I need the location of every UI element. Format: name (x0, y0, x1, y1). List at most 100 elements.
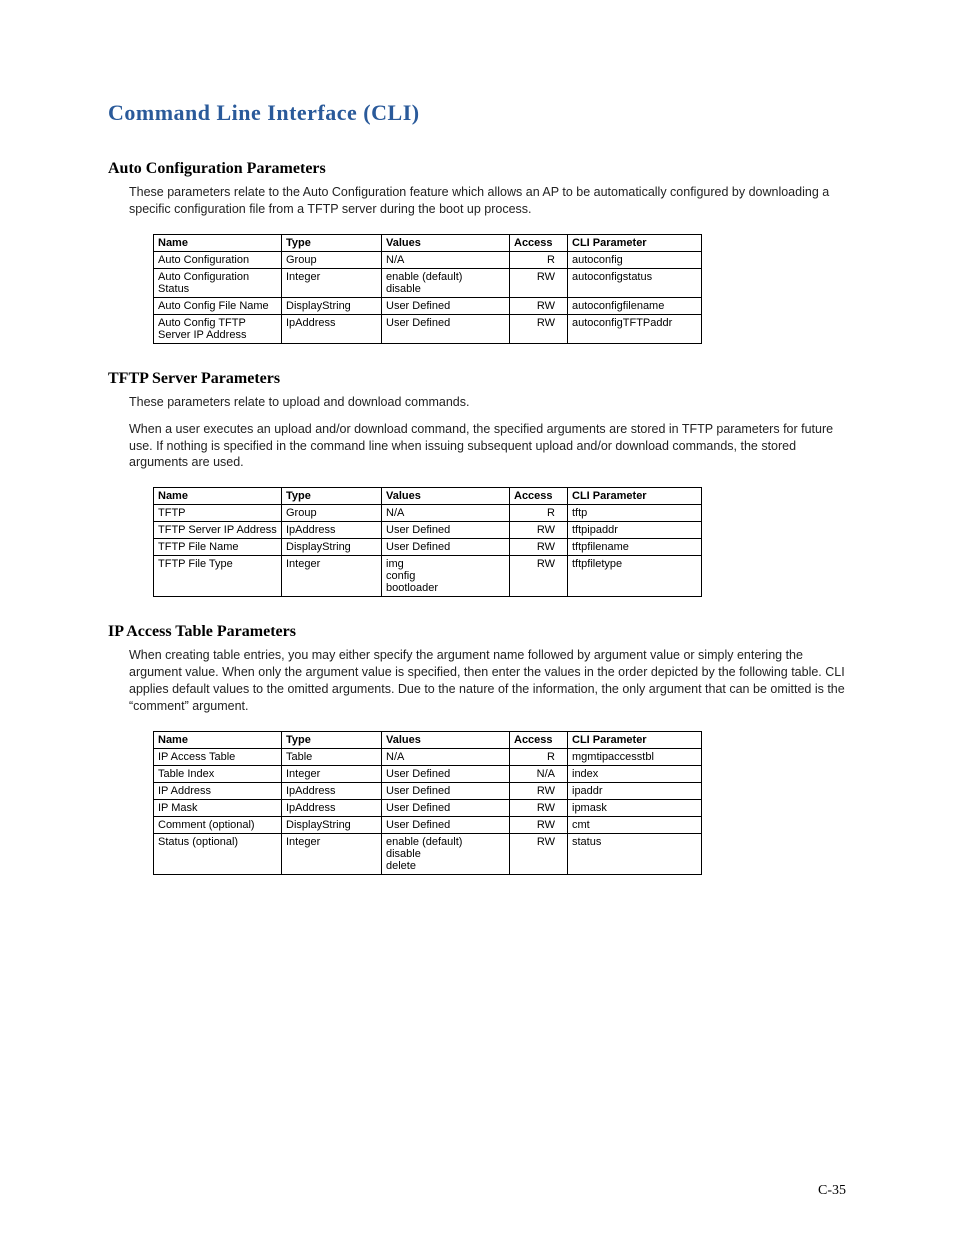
cell-values: User Defined (382, 314, 510, 343)
cell-type: DisplayString (282, 297, 382, 314)
paragraph: These parameters relate to the Auto Conf… (129, 184, 846, 218)
cell-cli: cmt (568, 816, 702, 833)
col-type: Type (282, 731, 382, 748)
page-title: Command Line Interface (CLI) (108, 100, 846, 126)
cell-values: enable (default) disable delete (382, 833, 510, 874)
cell-name: IP Address (154, 782, 282, 799)
col-values: Values (382, 731, 510, 748)
cell-name: IP Mask (154, 799, 282, 816)
col-cli: CLI Parameter (568, 234, 702, 251)
cell-type: Table (282, 748, 382, 765)
cell-values: User Defined (382, 765, 510, 782)
section-heading-tftp: TFTP Server Parameters (108, 370, 846, 388)
table-row: Comment (optional) DisplayString User De… (154, 816, 702, 833)
cell-access: N/A (510, 765, 568, 782)
cell-access: R (510, 251, 568, 268)
table-tftp: Name Type Values Access CLI Parameter TF… (153, 487, 702, 597)
cell-values: N/A (382, 748, 510, 765)
cell-access: R (510, 505, 568, 522)
cell-name: TFTP Server IP Address (154, 522, 282, 539)
cell-cli: status (568, 833, 702, 874)
section-heading-ipaccess: IP Access Table Parameters (108, 623, 846, 641)
cell-type: IpAddress (282, 314, 382, 343)
cell-values: User Defined (382, 782, 510, 799)
cell-cli: mgmtipaccesstbl (568, 748, 702, 765)
col-name: Name (154, 731, 282, 748)
cell-cli: tftp (568, 505, 702, 522)
cell-cli: tftpipaddr (568, 522, 702, 539)
cell-values: enable (default) disable (382, 268, 510, 297)
cell-access: RW (510, 314, 568, 343)
cell-name: Auto Config File Name (154, 297, 282, 314)
table-header-row: Name Type Values Access CLI Parameter (154, 488, 702, 505)
page-number: C-35 (818, 1183, 846, 1199)
table-header-row: Name Type Values Access CLI Parameter (154, 731, 702, 748)
col-type: Type (282, 488, 382, 505)
col-type: Type (282, 234, 382, 251)
col-name: Name (154, 488, 282, 505)
cell-name: TFTP File Name (154, 539, 282, 556)
cell-access: RW (510, 799, 568, 816)
cell-type: DisplayString (282, 816, 382, 833)
cell-cli: ipmask (568, 799, 702, 816)
paragraph: When creating table entries, you may eit… (129, 647, 846, 715)
cell-type: Integer (282, 268, 382, 297)
cell-name: Status (optional) (154, 833, 282, 874)
col-values: Values (382, 234, 510, 251)
cell-type: Integer (282, 765, 382, 782)
cell-access: RW (510, 539, 568, 556)
table-row: Auto Configuration Group N/A R autoconfi… (154, 251, 702, 268)
table-row: Table Index Integer User Defined N/A ind… (154, 765, 702, 782)
cell-name: Auto Configuration (154, 251, 282, 268)
table-row: Auto Config TFTP Server IP Address IpAdd… (154, 314, 702, 343)
cell-name: TFTP (154, 505, 282, 522)
cell-values: User Defined (382, 816, 510, 833)
cell-access: RW (510, 268, 568, 297)
cell-cli: autoconfigTFTPaddr (568, 314, 702, 343)
cell-cli: ipaddr (568, 782, 702, 799)
col-access: Access (510, 234, 568, 251)
cell-name: Comment (optional) (154, 816, 282, 833)
col-name: Name (154, 234, 282, 251)
cell-name: Table Index (154, 765, 282, 782)
cell-access: RW (510, 833, 568, 874)
col-access: Access (510, 731, 568, 748)
cell-type: Integer (282, 833, 382, 874)
cell-type: IpAddress (282, 799, 382, 816)
cell-name: IP Access Table (154, 748, 282, 765)
cell-access: RW (510, 522, 568, 539)
cell-cli: tftpfilename (568, 539, 702, 556)
cell-access: RW (510, 782, 568, 799)
cell-values: User Defined (382, 297, 510, 314)
table-ipaccess: Name Type Values Access CLI Parameter IP… (153, 731, 702, 875)
table-row: TFTP Server IP Address IpAddress User De… (154, 522, 702, 539)
section-heading-autoconfig: Auto Configuration Parameters (108, 160, 846, 178)
cell-values: N/A (382, 505, 510, 522)
table-row: TFTP File Type Integer img config bootlo… (154, 556, 702, 597)
cell-cli: autoconfig (568, 251, 702, 268)
cell-type: Group (282, 251, 382, 268)
cell-values: User Defined (382, 522, 510, 539)
cell-access: RW (510, 297, 568, 314)
cell-type: Group (282, 505, 382, 522)
cell-name: TFTP File Type (154, 556, 282, 597)
table-row: TFTP File Name DisplayString User Define… (154, 539, 702, 556)
cell-type: Integer (282, 556, 382, 597)
cell-access: R (510, 748, 568, 765)
cell-values: User Defined (382, 539, 510, 556)
table-row: Auto Config File Name DisplayString User… (154, 297, 702, 314)
col-values: Values (382, 488, 510, 505)
col-cli: CLI Parameter (568, 731, 702, 748)
col-cli: CLI Parameter (568, 488, 702, 505)
cell-type: IpAddress (282, 522, 382, 539)
table-row: IP Access Table Table N/A R mgmtipaccess… (154, 748, 702, 765)
cell-values: N/A (382, 251, 510, 268)
table-row: TFTP Group N/A R tftp (154, 505, 702, 522)
paragraph: These parameters relate to upload and do… (129, 394, 846, 411)
cell-cli: index (568, 765, 702, 782)
cell-type: IpAddress (282, 782, 382, 799)
cell-name: Auto Config TFTP Server IP Address (154, 314, 282, 343)
table-autoconfig: Name Type Values Access CLI Parameter Au… (153, 234, 702, 344)
cell-cli: autoconfigfilename (568, 297, 702, 314)
col-access: Access (510, 488, 568, 505)
